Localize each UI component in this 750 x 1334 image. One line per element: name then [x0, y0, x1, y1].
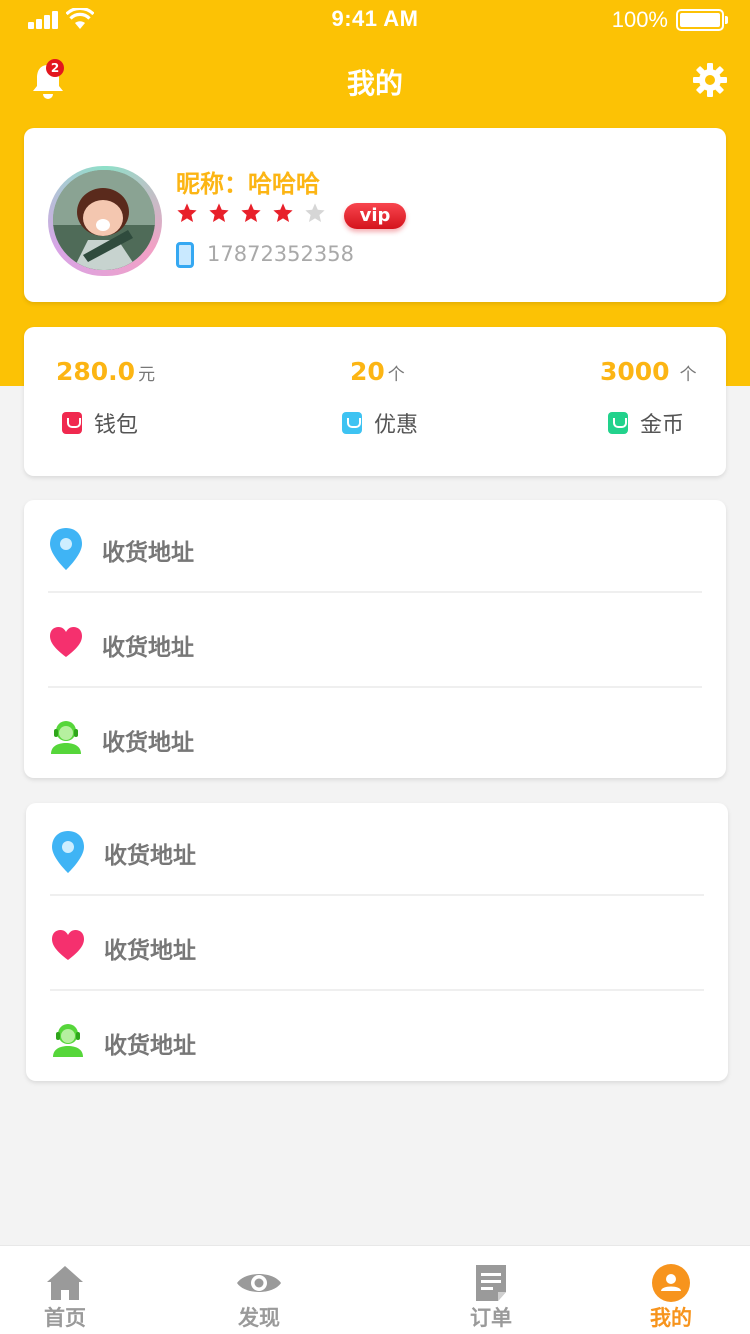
tab-label: 发现	[238, 1306, 280, 1330]
tab-label: 首页	[44, 1306, 86, 1330]
coins-label: 金币	[640, 413, 685, 438]
coupon-label: 优惠	[374, 413, 419, 438]
customer-service-icon	[51, 721, 81, 754]
list-item[interactable]: 收货地址	[26, 898, 728, 993]
stats-card: 280.0 元 钱包 20 个 优惠 3000 个 金币	[24, 327, 726, 476]
list-item-label: 收货地址	[104, 843, 196, 869]
heart-icon	[50, 627, 82, 657]
wallet-label: 钱包	[94, 413, 139, 438]
star-icon	[273, 203, 293, 222]
coupon-value[interactable]: 20 个	[350, 357, 405, 386]
tab-mine[interactable]: 我的	[611, 1246, 731, 1334]
heart-icon	[52, 930, 84, 960]
tab-label: 订单	[470, 1306, 512, 1330]
location-pin-icon	[52, 831, 84, 873]
phone-number: 17872352358	[207, 242, 354, 266]
user-icon	[652, 1264, 690, 1302]
nav-bar: 2 我的	[0, 40, 750, 120]
profile-card[interactable]: 昵称：哈哈哈 vip 17872352358	[24, 128, 726, 302]
divider	[50, 989, 704, 991]
wallet-item[interactable]: 钱包	[62, 407, 138, 439]
star-icon	[305, 203, 325, 222]
list-item-label: 收货地址	[104, 938, 196, 964]
battery-percent: 100%	[611, 7, 668, 32]
location-pin-icon	[50, 528, 82, 570]
vip-badge: vip	[344, 203, 406, 229]
tab-orders[interactable]: 订单	[431, 1246, 551, 1334]
list-item[interactable]: 收货地址	[24, 595, 726, 690]
list-item[interactable]: 收货地址	[26, 803, 728, 898]
tab-label: 我的	[650, 1306, 692, 1330]
menu-card-2: 收货地址 收货地址 收货地址	[26, 803, 728, 1081]
battery-icon	[676, 9, 728, 31]
coupon-item[interactable]: 优惠	[342, 407, 418, 439]
divider	[48, 686, 702, 688]
list-item[interactable]: 收货地址	[24, 690, 726, 785]
list-item-label: 收货地址	[104, 1033, 196, 1059]
menu-card-1: 收货地址 收货地址 收货地址	[24, 500, 726, 778]
star-icon	[209, 203, 229, 222]
divider	[50, 894, 704, 896]
avatar[interactable]	[53, 170, 155, 270]
wallet-value[interactable]: 280.0 元	[56, 357, 155, 386]
tab-home[interactable]: 首页	[5, 1246, 125, 1334]
coupon-icon	[342, 412, 362, 434]
divider	[48, 591, 702, 593]
page-title: 我的	[346, 67, 403, 100]
star-icon	[241, 203, 261, 222]
list-item-label: 收货地址	[102, 540, 194, 566]
avatar-ring	[48, 166, 162, 276]
eye-icon	[237, 1274, 281, 1292]
tab-bar: 首页 发现 订单 我的	[0, 1245, 750, 1334]
tab-discover[interactable]: 发现	[199, 1246, 319, 1334]
nickname: 昵称：哈哈哈	[176, 170, 320, 198]
home-icon	[47, 1266, 83, 1300]
list-item-label: 收货地址	[102, 730, 194, 756]
order-icon	[476, 1265, 506, 1301]
customer-service-icon	[53, 1024, 83, 1057]
list-item-label: 收货地址	[102, 635, 194, 661]
coins-icon	[608, 412, 628, 434]
coins-value[interactable]: 3000 个	[600, 357, 697, 386]
phone-icon	[176, 242, 194, 268]
list-item[interactable]: 收货地址	[24, 500, 726, 595]
wallet-icon	[62, 412, 82, 434]
coins-item[interactable]: 金币	[608, 407, 684, 439]
rating-stars	[176, 202, 336, 228]
list-item[interactable]: 收货地址	[26, 993, 728, 1088]
status-bar: 9:41 AM 100%	[0, 0, 750, 40]
star-icon	[177, 203, 197, 222]
gear-icon[interactable]	[692, 62, 728, 98]
